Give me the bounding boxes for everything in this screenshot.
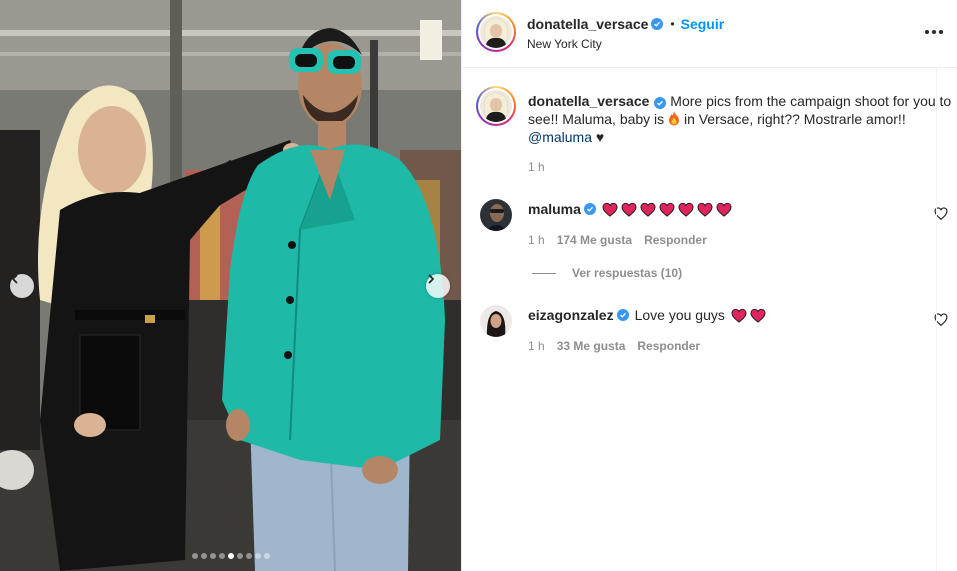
comment-username[interactable]: eizagonzalez: [528, 306, 614, 324]
carousel-indicator: [0, 553, 461, 559]
chevron-left-icon: [12, 274, 18, 284]
comment-heart-emojis: [602, 202, 732, 217]
caption-mention-link[interactable]: @maluma: [528, 129, 592, 145]
verified-badge-icon: [651, 18, 664, 30]
post-details-panel: donatella_versace • Seguir New York City…: [461, 0, 957, 571]
more-options-button[interactable]: [924, 24, 944, 40]
post-location[interactable]: New York City: [527, 37, 602, 51]
comment-username[interactable]: maluma: [528, 200, 581, 218]
carousel-dot: [254, 553, 261, 559]
caption-timestamp: 1 h: [528, 160, 545, 174]
carousel-prev-button[interactable]: [10, 274, 34, 298]
comment-likes-count[interactable]: 33 Me gusta: [557, 339, 626, 353]
comment-meta: 1 h 33 Me gusta Responder: [528, 339, 700, 353]
carousel-dot: [209, 553, 216, 559]
author-avatar[interactable]: [476, 12, 516, 52]
header-separator: •: [670, 17, 675, 31]
caption-text-part2: in Versace, right?? Mostrarle amor!!: [683, 111, 906, 127]
red-heart-emoji-icon: [678, 202, 694, 217]
post-media[interactable]: [0, 0, 461, 571]
red-heart-emoji-icon: [750, 308, 766, 323]
caption-heart-symbol: ♥: [595, 129, 605, 145]
comment-timestamp: 1 h: [528, 233, 545, 247]
verified-badge-icon: [616, 309, 629, 321]
red-heart-emoji-icon: [640, 202, 656, 217]
comment-timestamp: 1 h: [528, 339, 545, 353]
red-heart-emoji-icon: [602, 202, 618, 217]
more-horizontal-icon: [925, 30, 929, 34]
scrollbar-track[interactable]: [936, 68, 937, 571]
red-heart-emoji-icon: [731, 308, 747, 323]
view-replies-button[interactable]: Ver respuestas (10): [532, 266, 682, 280]
comment-avatar-maluma[interactable]: [480, 199, 512, 231]
comment-reply-button[interactable]: Responder: [644, 233, 707, 247]
comment-avatar-eizagonzalez[interactable]: [480, 305, 512, 337]
comment-text: Love you guys: [634, 307, 725, 323]
author-username[interactable]: donatella_versace: [527, 16, 648, 32]
red-heart-emoji-icon: [716, 202, 732, 217]
post-photo: [0, 0, 461, 571]
red-heart-emoji-icon: [621, 202, 637, 217]
comment-meta: 1 h 174 Me gusta Responder: [528, 233, 707, 247]
verified-badge-icon: [654, 97, 667, 109]
carousel-dot: [245, 553, 252, 559]
view-replies-label: Ver respuestas (10): [572, 266, 683, 280]
post-caption: donatella_versace More pics from the cam…: [528, 92, 952, 146]
caption-username[interactable]: donatella_versace: [528, 93, 649, 109]
verified-badge-icon: [583, 203, 596, 215]
comment-eizagonzalez: eizagonzalez Love you guys: [528, 306, 766, 324]
carousel-dot: [191, 553, 198, 559]
post-header: donatella_versace • Seguir New York City: [462, 0, 957, 68]
comment-heart-emojis: [731, 308, 766, 323]
carousel-dot: [227, 553, 234, 559]
chevron-right-icon: [428, 274, 434, 284]
caption-avatar[interactable]: [476, 86, 516, 126]
carousel-dot: [200, 553, 207, 559]
comment-likes-count[interactable]: 174 Me gusta: [557, 233, 632, 247]
comment-maluma: maluma: [528, 200, 732, 218]
red-heart-emoji-icon: [659, 202, 675, 217]
carousel-dot: [218, 553, 225, 559]
follow-button[interactable]: Seguir: [681, 16, 725, 32]
comment-reply-button[interactable]: Responder: [637, 339, 700, 353]
carousel-next-button[interactable]: [426, 274, 450, 298]
fire-emoji-icon: [669, 111, 680, 126]
carousel-dot: [263, 553, 270, 559]
red-heart-emoji-icon: [697, 202, 713, 217]
replies-divider: [532, 272, 556, 274]
carousel-dot: [236, 553, 243, 559]
